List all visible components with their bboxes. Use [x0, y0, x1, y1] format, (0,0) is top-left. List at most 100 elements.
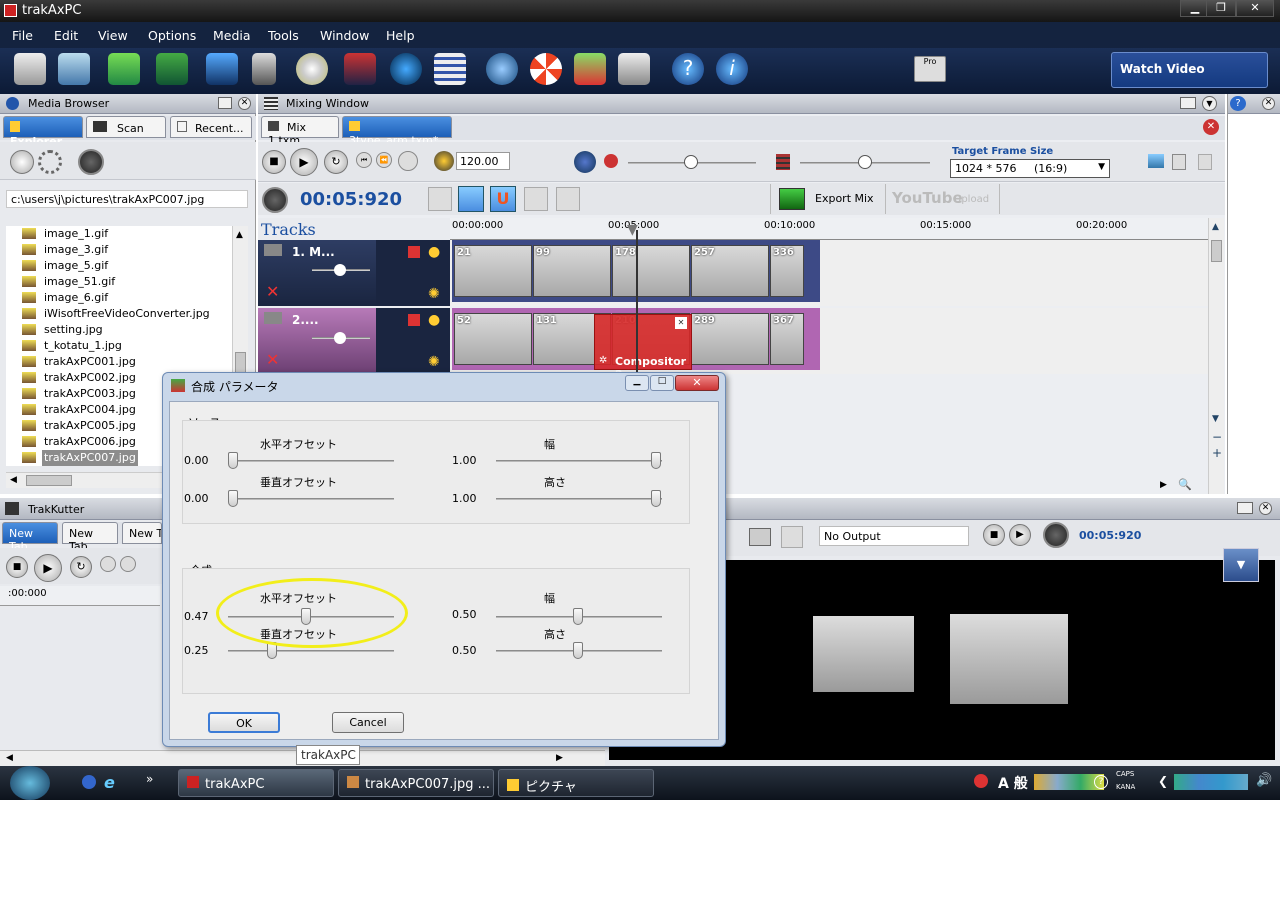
scroll-right-icon[interactable]: ▶ [556, 753, 563, 763]
menu-tools[interactable]: Tools [268, 28, 299, 43]
zoom-out-icon[interactable]: − [1212, 430, 1222, 444]
list-item[interactable]: image_51.gif [22, 274, 117, 290]
open-folder-icon[interactable] [58, 53, 90, 85]
play-icon[interactable]: ▶ [290, 148, 318, 176]
youtube-upload-button[interactable]: YouTube Upload [888, 184, 1000, 214]
cancel-button[interactable]: Cancel [332, 712, 404, 733]
maximize-button[interactable]: ❐ [1206, 0, 1236, 17]
panel-close-icon[interactable]: ✕ [1259, 502, 1272, 515]
src-hoff-slider[interactable] [228, 460, 394, 462]
sun-icon[interactable]: ✺ [428, 354, 440, 370]
close-mix-icon[interactable]: ✕ [1203, 119, 1219, 135]
rewind-icon[interactable]: ⏪ [376, 152, 392, 168]
close-button[interactable]: ✕ [1236, 0, 1274, 17]
download-icon[interactable]: ▼ [1223, 548, 1259, 582]
ie-icon[interactable]: e [104, 773, 115, 792]
tempo-field[interactable]: 120.00 [456, 152, 510, 170]
cmp-height-knob[interactable] [573, 642, 583, 659]
volume-knob-icon[interactable] [78, 149, 104, 175]
task-pictures[interactable]: ピクチャ [498, 769, 654, 797]
src-hoff-knob[interactable] [228, 452, 238, 469]
list-item[interactable]: trakAxPC003.jpg [22, 386, 138, 402]
scroll-up-icon[interactable]: ▲ [236, 230, 243, 240]
tray-chevron-icon[interactable]: ❮ [1158, 774, 1168, 788]
save-output-icon[interactable] [781, 526, 803, 548]
list-item[interactable]: trakAxPC004.jpg [22, 402, 138, 418]
tab-explorer[interactable]: Explorer [3, 116, 83, 148]
ok-button[interactable]: OK [208, 712, 280, 733]
path-field[interactable]: c:\users\j\pictures\trakAxPC007.jpg [6, 190, 248, 208]
stop-icon[interactable]: ■ [983, 524, 1005, 546]
undo-icon[interactable] [108, 53, 140, 85]
pro-icon[interactable]: Pro [914, 56, 946, 82]
effects-icon[interactable] [408, 246, 420, 258]
track-volume-knob[interactable] [334, 264, 346, 276]
bulb-icon[interactable]: ● [428, 312, 440, 328]
list-item[interactable]: trakAxPC007.jpg [22, 450, 138, 466]
src-height-slider[interactable] [496, 498, 662, 500]
help-tray-icon[interactable]: ? [1094, 775, 1108, 789]
output-field[interactable]: No Output [819, 526, 969, 546]
export-upload-icon[interactable] [1148, 154, 1164, 168]
task-image-viewer[interactable]: trakAxPC007.jpg ... [338, 769, 494, 797]
list-item[interactable]: iWisoftFreeVideoConverter.jpg [22, 306, 212, 322]
feedback-icon[interactable] [618, 53, 650, 85]
edit-nodes-icon[interactable] [458, 186, 484, 212]
tab-new-3[interactable]: New Ta [122, 522, 162, 544]
tab-scan[interactable]: Scan [86, 116, 166, 138]
stop-icon[interactable]: ■ [6, 556, 28, 578]
scroll-right-icon[interactable]: ▶ [1160, 480, 1167, 490]
zoom-slider-knob[interactable] [858, 155, 872, 169]
src-width-slider[interactable] [496, 460, 662, 462]
playhead[interactable] [636, 230, 638, 378]
list-item[interactable]: trakAxPC002.jpg [22, 370, 138, 386]
scroll-left-icon[interactable]: ◀ [6, 753, 13, 763]
tray-flag-icon[interactable] [974, 774, 988, 788]
tab-3type-arm[interactable]: 3type_arm.txm* [342, 116, 452, 147]
rewind-start-icon[interactable]: ⏮ [356, 152, 372, 168]
src-voff-knob[interactable] [228, 490, 238, 507]
list-icon[interactable] [434, 53, 466, 85]
tempo-dial-icon[interactable] [434, 151, 454, 171]
align-tool-icon[interactable] [556, 187, 580, 211]
play-icon[interactable]: ▶ [34, 554, 62, 582]
playhead-marker-icon[interactable]: ▼ [627, 222, 638, 238]
watch-tutorials-button[interactable]: Watch Video Tutorials▶ [1111, 52, 1268, 110]
web-globe-icon[interactable] [486, 53, 518, 85]
target-frame-select[interactable]: 1024 * 576 (16:9) ▼ [950, 159, 1110, 178]
marker-tool-icon[interactable] [524, 187, 548, 211]
question-icon[interactable]: ? [672, 53, 704, 85]
list-item[interactable]: image_3.gif [22, 242, 110, 258]
menu-view[interactable]: View [98, 28, 128, 43]
loop-icon[interactable]: ↻ [70, 556, 92, 578]
tab-new-2[interactable]: New Tab [62, 522, 118, 553]
menu-window[interactable]: Window [320, 28, 369, 43]
list-item[interactable]: trakAxPC006.jpg [22, 434, 138, 450]
video-analyze-icon[interactable] [574, 53, 606, 85]
rewind-icon[interactable] [120, 556, 136, 572]
audio-editor-icon[interactable] [344, 53, 376, 85]
info-icon[interactable]: i [716, 53, 748, 85]
start-button[interactable] [10, 766, 50, 800]
settings-gear-icon[interactable] [38, 150, 62, 174]
record-knob-icon[interactable] [1043, 522, 1069, 548]
record-knob-icon[interactable] [262, 187, 288, 213]
compositor-block[interactable]: ✕ Compositor 2 ✲ [594, 314, 692, 381]
monitor-icon[interactable] [206, 53, 238, 85]
loop-icon[interactable]: ↻ [324, 150, 348, 174]
hscroll-thumb[interactable] [26, 475, 72, 486]
panel-close-icon[interactable]: ✕ [1262, 97, 1275, 110]
track-delete-icon[interactable]: ✕ [266, 282, 279, 301]
panel-minimize-icon[interactable] [1237, 502, 1253, 514]
tab-new-1[interactable]: New Tab [2, 522, 58, 553]
tab-recent[interactable]: Recent... [170, 116, 252, 138]
scroll-thumb[interactable] [1211, 240, 1222, 262]
play-icon[interactable]: ▶ [1009, 524, 1031, 546]
list-item[interactable]: image_1.gif [22, 226, 110, 242]
src-width-knob[interactable] [651, 452, 661, 469]
list-item[interactable]: image_5.gif [22, 258, 110, 274]
copy-icon[interactable] [1172, 154, 1186, 170]
tray-icons[interactable] [1174, 774, 1248, 790]
redo-icon[interactable] [156, 53, 188, 85]
bulb-icon[interactable]: ● [428, 244, 440, 260]
